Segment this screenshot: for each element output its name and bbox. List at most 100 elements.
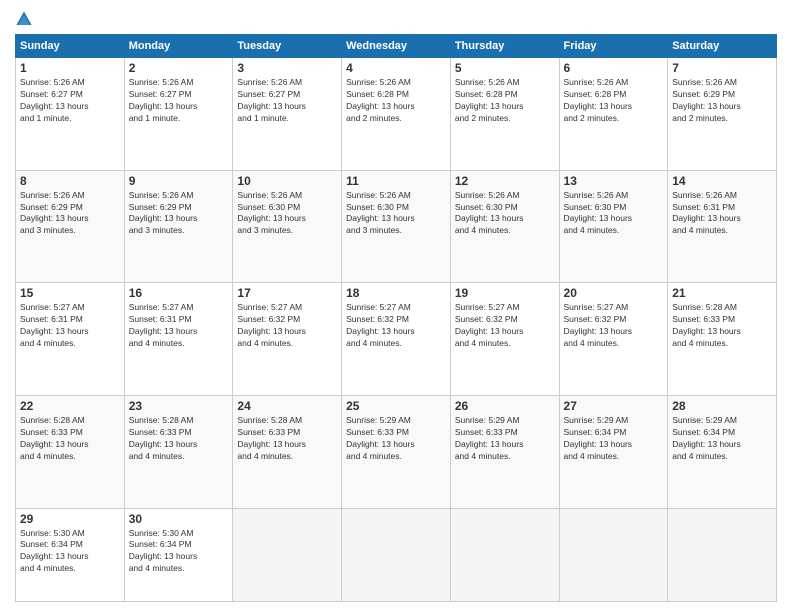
calendar-cell: 12 Sunrise: 5:26 AM Sunset: 6:30 PM Dayli…: [450, 170, 559, 283]
calendar-cell: 27 Sunrise: 5:29 AM Sunset: 6:34 PM Dayli…: [559, 395, 668, 508]
calendar-cell: [668, 508, 777, 602]
cell-info: Sunrise: 5:26 AM Sunset: 6:27 PM Dayligh…: [20, 77, 120, 125]
cell-info: Sunrise: 5:26 AM Sunset: 6:30 PM Dayligh…: [564, 190, 664, 238]
calendar-cell: 30 Sunrise: 5:30 AM Sunset: 6:34 PM Dayli…: [124, 508, 233, 602]
cell-info: Sunrise: 5:29 AM Sunset: 6:34 PM Dayligh…: [672, 415, 772, 463]
cell-info: Sunrise: 5:26 AM Sunset: 6:28 PM Dayligh…: [455, 77, 555, 125]
calendar-cell: [342, 508, 451, 602]
cell-day-number: 20: [564, 286, 664, 300]
cell-day-number: 11: [346, 174, 446, 188]
cell-info: Sunrise: 5:28 AM Sunset: 6:33 PM Dayligh…: [237, 415, 337, 463]
calendar-cell: 21 Sunrise: 5:28 AM Sunset: 6:33 PM Dayli…: [668, 283, 777, 396]
cell-day-number: 24: [237, 399, 337, 413]
cell-info: Sunrise: 5:27 AM Sunset: 6:32 PM Dayligh…: [455, 302, 555, 350]
cell-info: Sunrise: 5:26 AM Sunset: 6:27 PM Dayligh…: [129, 77, 229, 125]
calendar-cell: 13 Sunrise: 5:26 AM Sunset: 6:30 PM Dayli…: [559, 170, 668, 283]
calendar-cell: 16 Sunrise: 5:27 AM Sunset: 6:31 PM Dayli…: [124, 283, 233, 396]
cell-day-number: 4: [346, 61, 446, 75]
calendar-cell: 22Sunrise: 5:28 AM Sunset: 6:33 PM Dayli…: [16, 395, 125, 508]
logo: [15, 10, 37, 28]
calendar-cell: 26 Sunrise: 5:29 AM Sunset: 6:33 PM Dayli…: [450, 395, 559, 508]
cell-info: Sunrise: 5:27 AM Sunset: 6:31 PM Dayligh…: [20, 302, 120, 350]
cell-info: Sunrise: 5:29 AM Sunset: 6:33 PM Dayligh…: [346, 415, 446, 463]
cell-day-number: 15: [20, 286, 120, 300]
calendar-cell: 17Sunrise: 5:27 AM Sunset: 6:32 PM Dayli…: [233, 283, 342, 396]
cell-day-number: 25: [346, 399, 446, 413]
calendar-cell: 19Sunrise: 5:27 AM Sunset: 6:32 PM Dayli…: [450, 283, 559, 396]
cell-day-number: 23: [129, 399, 229, 413]
cell-info: Sunrise: 5:30 AM Sunset: 6:34 PM Dayligh…: [129, 528, 229, 576]
calendar-row-1: 8 Sunrise: 5:26 AM Sunset: 6:29 PM Daylig…: [16, 170, 777, 283]
calendar-cell: 10 Sunrise: 5:26 AM Sunset: 6:30 PM Dayli…: [233, 170, 342, 283]
header: [15, 10, 777, 28]
cell-day-number: 7: [672, 61, 772, 75]
weekday-header-wednesday: Wednesday: [342, 35, 451, 58]
calendar-cell: 1 Sunrise: 5:26 AM Sunset: 6:27 PM Daylig…: [16, 58, 125, 171]
cell-day-number: 12: [455, 174, 555, 188]
cell-day-number: 30: [129, 512, 229, 526]
cell-day-number: 2: [129, 61, 229, 75]
calendar-cell: 9Sunrise: 5:26 AM Sunset: 6:29 PM Daylig…: [124, 170, 233, 283]
calendar-header-row: SundayMondayTuesdayWednesdayThursdayFrid…: [16, 35, 777, 58]
weekday-header-friday: Friday: [559, 35, 668, 58]
cell-info: Sunrise: 5:29 AM Sunset: 6:34 PM Dayligh…: [564, 415, 664, 463]
calendar-cell: [450, 508, 559, 602]
calendar-row-3: 22 Sunrise: 5:28 AM Sunset: 6:33 PM Dayli…: [16, 395, 777, 508]
calendar-cell: 5 Sunrise: 5:26 AM Sunset: 6:28 PM Daylig…: [450, 58, 559, 171]
cell-info: Sunrise: 5:27 AM Sunset: 6:32 PM Dayligh…: [346, 302, 446, 350]
calendar-cell: [559, 508, 668, 602]
cell-day-number: 8: [20, 174, 120, 188]
calendar-cell: 23 Sunrise: 5:28 AM Sunset: 6:33 PM Dayli…: [124, 395, 233, 508]
calendar-cell: 11 Sunrise: 5:26 AM Sunset: 6:30 PM Dayli…: [342, 170, 451, 283]
logo-icon: [15, 10, 33, 28]
calendar-row-0: 1 Sunrise: 5:26 AM Sunset: 6:27 PM Daylig…: [16, 58, 777, 171]
cell-info: Sunrise: 5:26 AM Sunset: 6:30 PM Dayligh…: [346, 190, 446, 238]
cell-info: Sunrise: 5:26 AM Sunset: 6:30 PM Dayligh…: [455, 190, 555, 238]
cell-day-number: 18: [346, 286, 446, 300]
calendar-row-4: 29 Sunrise: 5:30 AM Sunset: 6:34 PM Dayli…: [16, 508, 777, 602]
cell-info: Sunrise: 5:26 AM Sunset: 6:30 PM Dayligh…: [237, 190, 337, 238]
cell-info: Sunrise: 5:26 AM Sunset: 6:29 PM Dayligh…: [20, 190, 120, 238]
cell-day-number: 22: [20, 399, 120, 413]
cell-info: Sunrise: 5:27 AM Sunset: 6:32 PM Dayligh…: [564, 302, 664, 350]
weekday-header-saturday: Saturday: [668, 35, 777, 58]
calendar-cell: 18 Sunrise: 5:27 AM Sunset: 6:32 PM Dayli…: [342, 283, 451, 396]
cell-info: Sunrise: 5:28 AM Sunset: 6:33 PM Dayligh…: [672, 302, 772, 350]
cell-day-number: 3: [237, 61, 337, 75]
calendar-cell: 20 Sunrise: 5:27 AM Sunset: 6:32 PM Dayli…: [559, 283, 668, 396]
cell-info: Sunrise: 5:27 AM Sunset: 6:31 PM Dayligh…: [129, 302, 229, 350]
calendar-cell: 3Sunrise: 5:26 AM Sunset: 6:27 PM Daylig…: [233, 58, 342, 171]
weekday-header-thursday: Thursday: [450, 35, 559, 58]
calendar-cell: 29 Sunrise: 5:30 AM Sunset: 6:34 PM Dayli…: [16, 508, 125, 602]
calendar-row-2: 15 Sunrise: 5:27 AM Sunset: 6:31 PM Dayli…: [16, 283, 777, 396]
cell-day-number: 6: [564, 61, 664, 75]
calendar-cell: 25 Sunrise: 5:29 AM Sunset: 6:33 PM Dayli…: [342, 395, 451, 508]
cell-info: Sunrise: 5:30 AM Sunset: 6:34 PM Dayligh…: [20, 528, 120, 576]
cell-day-number: 28: [672, 399, 772, 413]
cell-day-number: 21: [672, 286, 772, 300]
cell-day-number: 5: [455, 61, 555, 75]
calendar-cell: 24 Sunrise: 5:28 AM Sunset: 6:33 PM Dayli…: [233, 395, 342, 508]
cell-info: Sunrise: 5:26 AM Sunset: 6:31 PM Dayligh…: [672, 190, 772, 238]
cell-day-number: 13: [564, 174, 664, 188]
calendar-table: SundayMondayTuesdayWednesdayThursdayFrid…: [15, 34, 777, 602]
weekday-header-monday: Monday: [124, 35, 233, 58]
cell-info: Sunrise: 5:28 AM Sunset: 6:33 PM Dayligh…: [129, 415, 229, 463]
cell-day-number: 29: [20, 512, 120, 526]
weekday-header-tuesday: Tuesday: [233, 35, 342, 58]
cell-day-number: 27: [564, 399, 664, 413]
calendar-cell: 4Sunrise: 5:26 AM Sunset: 6:28 PM Daylig…: [342, 58, 451, 171]
cell-info: Sunrise: 5:26 AM Sunset: 6:29 PM Dayligh…: [672, 77, 772, 125]
cell-info: Sunrise: 5:29 AM Sunset: 6:33 PM Dayligh…: [455, 415, 555, 463]
calendar-cell: 8 Sunrise: 5:26 AM Sunset: 6:29 PM Daylig…: [16, 170, 125, 283]
calendar-cell: 7 Sunrise: 5:26 AM Sunset: 6:29 PM Daylig…: [668, 58, 777, 171]
cell-day-number: 26: [455, 399, 555, 413]
cell-day-number: 14: [672, 174, 772, 188]
calendar-cell: 15 Sunrise: 5:27 AM Sunset: 6:31 PM Dayli…: [16, 283, 125, 396]
cell-day-number: 1: [20, 61, 120, 75]
cell-info: Sunrise: 5:26 AM Sunset: 6:28 PM Dayligh…: [564, 77, 664, 125]
cell-day-number: 10: [237, 174, 337, 188]
cell-info: Sunrise: 5:26 AM Sunset: 6:29 PM Dayligh…: [129, 190, 229, 238]
page: SundayMondayTuesdayWednesdayThursdayFrid…: [0, 0, 792, 612]
cell-day-number: 16: [129, 286, 229, 300]
